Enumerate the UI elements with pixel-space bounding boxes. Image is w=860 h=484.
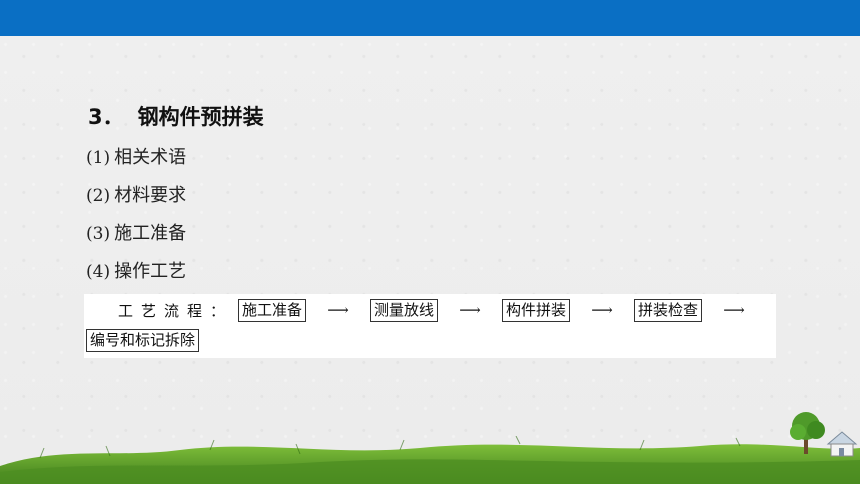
- process-flow-box: 工艺流程： 施工准备 ⟶ 测量放线 ⟶ 构件拼装 ⟶ 拼装检查 ⟶ 编号和标记拆…: [84, 294, 776, 358]
- arrow-right-icon: ⟶: [723, 301, 745, 319]
- list-item-text: 操作工艺: [114, 261, 187, 282]
- subsection-list: (1) 相关术语 (2) 材料要求 (3) 施工准备 (4) 操作工艺: [86, 143, 186, 295]
- list-item: (2) 材料要求: [86, 181, 186, 219]
- list-marker: (4): [86, 262, 111, 282]
- list-marker: (2): [86, 186, 111, 206]
- section-title: 钢构件预拼装: [137, 105, 264, 129]
- flow-step: 拼装检查: [634, 298, 703, 322]
- grass-decoration: [0, 436, 860, 484]
- list-item: (4) 操作工艺: [86, 257, 186, 295]
- arrow-right-icon: ⟶: [459, 301, 481, 319]
- process-flow-row: 工艺流程： 施工准备 ⟶ 测量放线 ⟶ 构件拼装 ⟶ 拼装检查 ⟶: [84, 297, 776, 323]
- list-item-text: 施工准备: [114, 223, 187, 244]
- list-item-text: 材料要求: [114, 185, 187, 206]
- header-bar: [0, 0, 860, 36]
- flow-step: 施工准备: [238, 298, 307, 322]
- list-item: (3) 施工准备: [86, 219, 186, 257]
- list-marker: (3): [86, 224, 111, 244]
- process-flow-row: 编号和标记拆除: [86, 327, 200, 353]
- tree-house-icon: [790, 412, 858, 457]
- flow-step: 构件拼装: [502, 298, 571, 322]
- list-marker: (1): [86, 148, 111, 168]
- arrow-right-icon: ⟶: [327, 301, 349, 319]
- section-heading: 3． 钢构件预拼装: [88, 101, 264, 131]
- list-item: (1) 相关术语: [86, 143, 186, 181]
- flow-step: 测量放线: [370, 298, 439, 322]
- arrow-right-icon: ⟶: [591, 301, 613, 319]
- flow-step: 编号和标记拆除: [86, 328, 200, 352]
- section-number: 3．: [88, 105, 124, 129]
- list-item-text: 相关术语: [114, 147, 187, 168]
- process-flow-label: 工艺流程：: [118, 301, 234, 320]
